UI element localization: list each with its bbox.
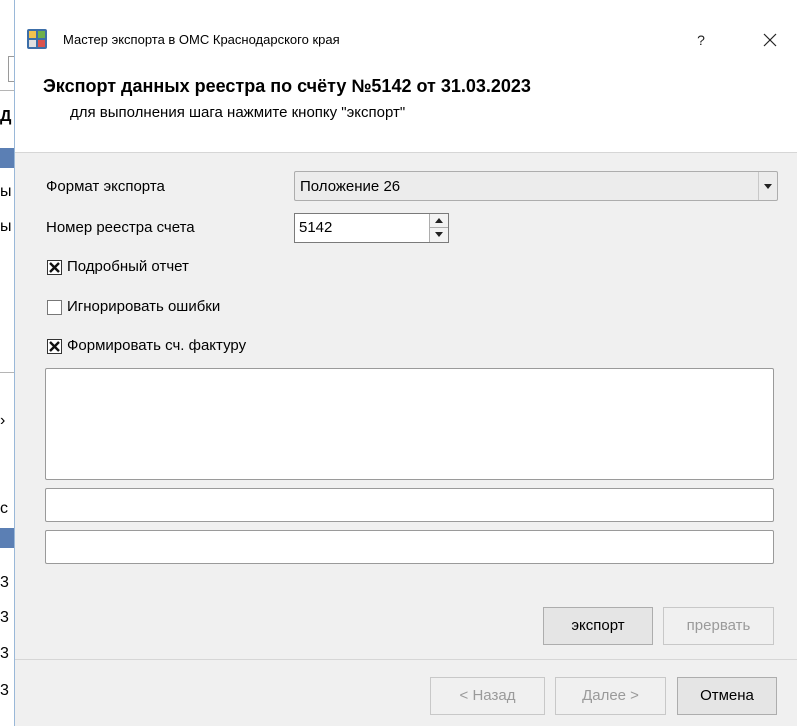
export-format-select[interactable]: Положение 26 — [294, 171, 778, 201]
detailed-report-label: Подробный отчет — [67, 258, 189, 275]
page-subtitle: для выполнения шага нажмите кнопку "эксп… — [70, 104, 406, 121]
arrow-up-icon — [435, 218, 443, 223]
ignore-errors-checkbox[interactable] — [47, 300, 62, 315]
background-glyph: с — [0, 500, 8, 517]
dropdown-button[interactable] — [758, 172, 777, 200]
check-x-icon — [49, 262, 60, 273]
cancel-button[interactable]: Отмена — [677, 677, 777, 715]
window-title: Мастер экспорта в ОМС Краснодарского кра… — [63, 32, 340, 47]
register-number-label: Номер реестра счета — [46, 219, 195, 236]
page-title: Экспорт данных реестра по счёту №5142 от… — [43, 76, 531, 96]
abort-button[interactable]: прервать — [663, 607, 774, 645]
export-button[interactable]: экспорт — [543, 607, 653, 645]
background-glyph: ы — [0, 218, 12, 235]
header-divider — [15, 152, 797, 153]
export-format-label: Формат экспорта — [46, 178, 165, 195]
background-glyph: ы — [0, 183, 12, 200]
next-button[interactable]: Далее > — [555, 677, 666, 715]
detailed-report-checkbox[interactable] — [47, 260, 62, 275]
help-button[interactable]: ? — [685, 26, 717, 54]
background-glyph: 3 — [0, 574, 9, 591]
log-memo[interactable] — [45, 368, 774, 480]
decrement-button[interactable] — [429, 228, 448, 242]
register-number-stepper[interactable] — [294, 213, 449, 243]
status-field-1[interactable] — [45, 488, 774, 522]
create-invoice-label: Формировать сч. фактуру — [67, 337, 247, 354]
check-x-icon — [49, 341, 60, 352]
chevron-down-icon — [764, 184, 772, 189]
background-selected-row — [0, 148, 14, 168]
export-format-value: Положение 26 — [300, 178, 401, 195]
close-button[interactable] — [753, 26, 787, 54]
ignore-errors-label: Игнорировать ошибки — [67, 298, 221, 315]
create-invoice-checkbox[interactable] — [47, 339, 62, 354]
increment-button[interactable] — [429, 214, 448, 228]
footer-divider — [15, 659, 797, 660]
background-glyph: 3 — [0, 682, 9, 699]
export-wizard-dialog: Мастер экспорта в ОМС Краснодарского кра… — [14, 0, 797, 726]
register-number-input[interactable] — [299, 219, 419, 236]
background-glyph: 3 — [0, 609, 9, 626]
back-button[interactable]: < Назад — [430, 677, 545, 715]
status-field-2[interactable] — [45, 530, 774, 564]
background-divider — [0, 90, 14, 91]
background-glyph: 3 — [0, 645, 9, 662]
background-app-window: Д ы ы › с 3 3 3 3 — [0, 0, 14, 726]
background-glyph: Д — [0, 108, 12, 125]
arrow-down-icon — [435, 232, 443, 237]
app-icon — [27, 29, 47, 54]
background-glyph: › — [0, 412, 6, 429]
background-selected-row — [0, 528, 14, 548]
background-divider — [0, 372, 14, 373]
close-icon — [763, 33, 777, 47]
